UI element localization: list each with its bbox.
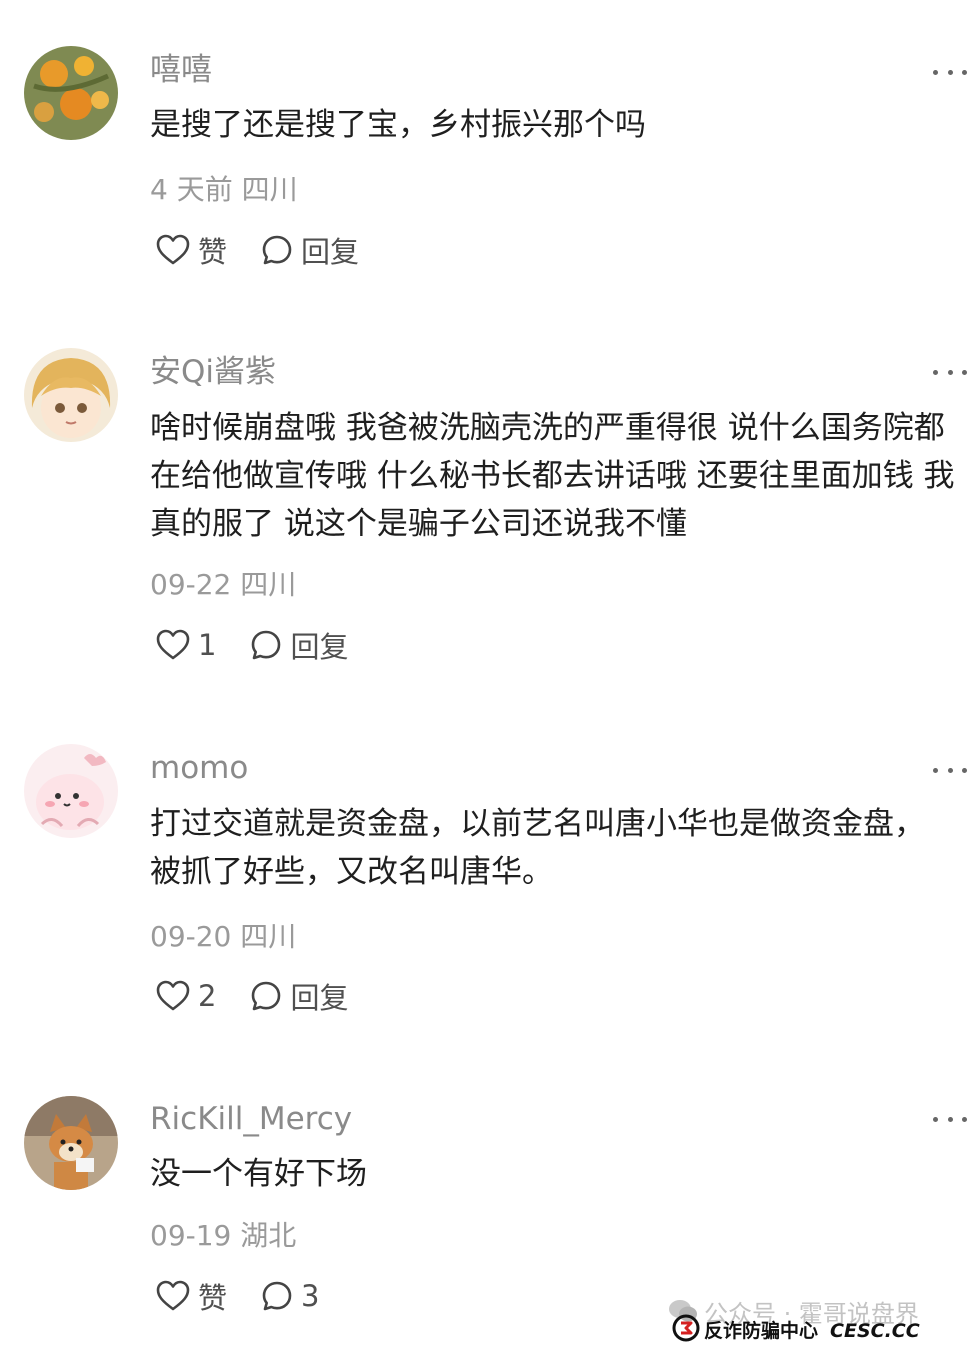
comment-actions: 赞 3 bbox=[156, 1276, 319, 1316]
like-label: 赞 bbox=[198, 235, 228, 269]
comment-text: 是搜了还是搜了宝，乡村振兴那个吗 bbox=[150, 107, 646, 143]
username[interactable]: 安Qi酱紫 bbox=[150, 352, 276, 392]
comment-actions: 1 回复 bbox=[156, 625, 348, 665]
comment-text: 没一个有好下场 bbox=[150, 1156, 367, 1192]
reply-label: 回复 bbox=[301, 235, 360, 269]
comment-bubble-icon bbox=[262, 1281, 292, 1311]
reply-label: 回复 bbox=[290, 981, 349, 1015]
heart-icon bbox=[156, 234, 190, 265]
more-options-icon[interactable] bbox=[933, 764, 967, 776]
reply-button[interactable]: 3 bbox=[261, 1279, 319, 1313]
like-button[interactable]: 1 bbox=[156, 628, 216, 662]
like-label: 赞 bbox=[198, 1281, 228, 1315]
comment-actions: 赞 回复 bbox=[156, 230, 359, 270]
reply-button[interactable]: 回复 bbox=[261, 229, 359, 271]
comment-bubble-icon bbox=[252, 981, 281, 1011]
username[interactable]: RicKill_Mercy bbox=[150, 1099, 352, 1139]
comment-actions: 2 回复 bbox=[156, 976, 348, 1016]
anti-fraud-logo-icon bbox=[672, 1314, 700, 1342]
like-count: 2 bbox=[198, 979, 217, 1013]
like-button[interactable]: 2 bbox=[156, 979, 216, 1013]
username[interactable]: momo bbox=[150, 748, 248, 788]
more-options-icon[interactable] bbox=[933, 66, 967, 78]
like-button[interactable]: 赞 bbox=[156, 229, 227, 271]
avatar[interactable] bbox=[24, 46, 118, 140]
like-button[interactable]: 赞 bbox=[156, 1275, 227, 1317]
comment-meta: 09-20 四川 bbox=[150, 920, 297, 953]
comment-bubble-icon bbox=[262, 235, 292, 265]
reply-button[interactable]: 回复 bbox=[250, 624, 348, 666]
heart-icon bbox=[156, 980, 190, 1011]
comment-meta: 09-19 湖北 bbox=[150, 1219, 297, 1252]
heart-icon bbox=[156, 629, 190, 660]
reply-count: 3 bbox=[301, 1279, 320, 1313]
like-count: 1 bbox=[198, 628, 217, 662]
watermark-brand-name: 反诈防骗中心 bbox=[704, 1320, 819, 1342]
avatar[interactable] bbox=[24, 1096, 118, 1190]
watermark-brand: 反诈防骗中心 CESC.CC bbox=[704, 1316, 920, 1343]
comment-meta: 09-22 四川 bbox=[150, 568, 297, 601]
more-options-icon[interactable] bbox=[933, 366, 967, 378]
comment-text: 啥时候崩盘哦 我爸被洗脑壳洗的严重得很 说什么国务院都在给他做宣传哦 什么秘书长… bbox=[150, 410, 955, 542]
username[interactable]: 嘻嘻 bbox=[150, 50, 212, 90]
comment-meta: 4 天前 四川 bbox=[150, 173, 298, 206]
comment-text: 打过交道就是资金盘，以前艺名叫唐小华也是做资金盘，被抓了好些，又改名叫唐华。 bbox=[150, 806, 925, 890]
reply-button[interactable]: 回复 bbox=[250, 975, 348, 1017]
watermark-site: CESC.CC bbox=[830, 1320, 920, 1342]
heart-icon bbox=[156, 1280, 190, 1311]
watermark: 公众号 · 霍哥说盘界 反诈防骗中心 CESC.CC bbox=[668, 1294, 968, 1344]
comment-bubble-icon bbox=[252, 630, 281, 660]
reply-label: 回复 bbox=[290, 630, 349, 664]
avatar[interactable] bbox=[24, 744, 118, 838]
more-options-icon[interactable] bbox=[933, 1113, 967, 1125]
avatar[interactable] bbox=[24, 348, 118, 442]
